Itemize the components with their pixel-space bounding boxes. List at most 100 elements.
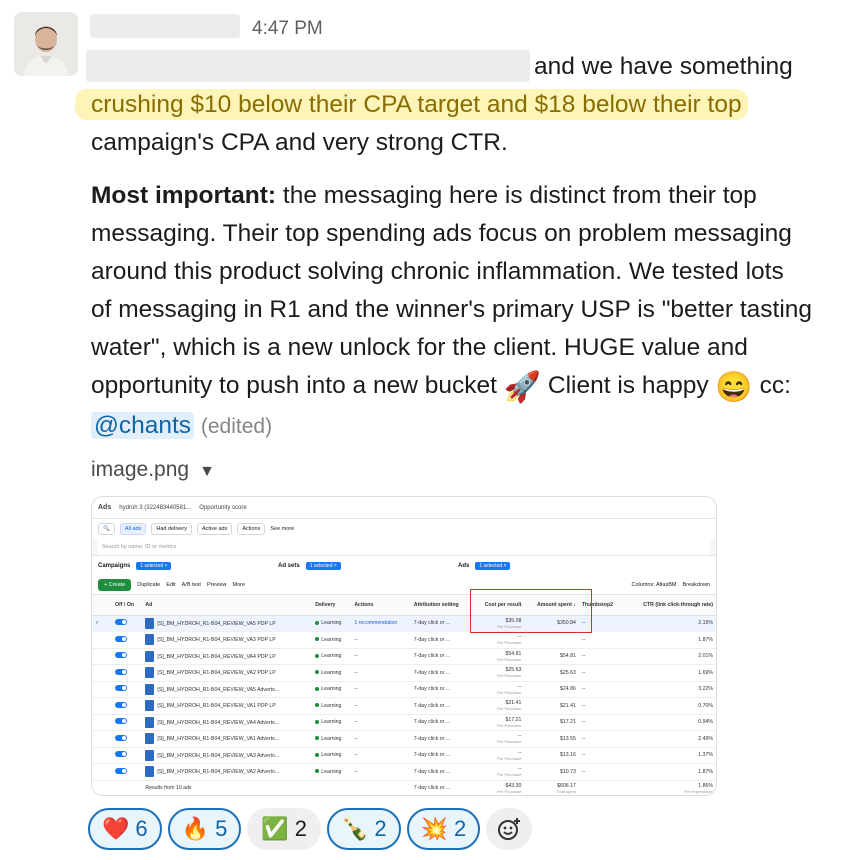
cost-per-result-cell: $21.41 Per Purchase (472, 697, 525, 715)
attachment-image[interactable]: Ads hydroh 3 (322483440581... Opportunit… (91, 496, 717, 796)
value: 1.86% (698, 782, 713, 789)
ads-brand: Ads (98, 504, 112, 511)
table-row: [S]_BM_HYDROH_R1-B04_REVIEW_VA2 PDP LP Le… (92, 664, 716, 682)
columns-button: Columns: AtlasBM (631, 581, 677, 588)
table-row: [S]_BM_HYDROH_R1-B04_REVIEW_VA4 Adverto.… (92, 714, 716, 731)
delivery-status: Learning (321, 653, 342, 660)
status-dot-icon (315, 686, 320, 691)
reaction-button[interactable]: ❤️ 6 (88, 808, 162, 850)
reaction-count: 5 (215, 816, 228, 841)
table-row: [S]_BM_HYDROH_R1-B04_REVIEW_VA3 Adverto.… (92, 747, 716, 764)
cost-per-result-cell: -- Per Purchase (472, 763, 525, 781)
ads-toolbar: + Create Duplicate Edit A/B test Preview… (92, 575, 716, 595)
toggle-switch-icon (115, 635, 127, 642)
col-delivery: Delivery (312, 595, 352, 616)
attachment-filename[interactable]: image.png ▼ (91, 458, 215, 482)
footer-label: Results from 10 ads (142, 780, 313, 795)
footer-attribution: 7-day click or ... (410, 780, 473, 795)
attribution-cell: 7-day click or ... (410, 681, 473, 698)
ad-name: [S]_BM_HYDROH_R1-B04_REVIEW_VA1 Adverto.… (157, 736, 280, 743)
ad-name: [S]_BM_HYDROH_R1-B04_REVIEW_VA5 Adverto.… (157, 686, 280, 693)
redacted-text (86, 50, 530, 82)
col-attribution: Attribution setting (410, 595, 473, 616)
message-paragraph-2-line-6: opportunity to push into a new bucket 🚀 … (91, 367, 851, 405)
delivery-cell: Learning (312, 714, 352, 731)
row-toggle (112, 648, 143, 665)
toggle-switch-icon (115, 619, 127, 626)
more-button: More (232, 581, 246, 588)
sub-label: Per Purchase (497, 689, 522, 695)
create-button: + Create (98, 578, 132, 591)
ad-name: [S]_BM_HYDROH_R1-B04_REVIEW_VA3 PDP LP (157, 637, 276, 644)
actions-cell: -- (351, 763, 411, 781)
col-toggle: Off / On (112, 595, 143, 616)
message-paragraph-2-line-2: messaging. Their top spending ads focus … (91, 220, 792, 247)
ad-name: [S]_BM_HYDROH_R1-B04_REVIEW_VA3 Adverto.… (157, 752, 280, 759)
ad-thumbnail-icon (145, 617, 155, 629)
message-timestamp[interactable]: 4:47 PM (252, 18, 323, 40)
delivery-status: Learning (321, 669, 342, 676)
reaction-button[interactable]: 🍾 2 (326, 808, 401, 850)
sub-label: Per Purchase (497, 640, 522, 646)
selection-pill: 1 selected × (475, 561, 511, 570)
row-checkbox (92, 763, 112, 781)
text: Client is happy (547, 372, 709, 399)
reaction-bar: ❤️ 6 🔥 5 ✅ 2 🍾 2 💥 2 (88, 808, 533, 850)
attribution-cell: 7-day click or ... (410, 747, 473, 764)
ad-thumbnail-icon (145, 667, 155, 679)
caret-down-icon[interactable]: ▼ (199, 463, 215, 481)
ad-thumbnail-icon (145, 749, 155, 761)
thumbstop-cell: -- (578, 697, 624, 715)
sender-name-redacted[interactable] (90, 14, 240, 38)
ad-name-cell: [S]_BM_HYDROH_R1-B04_REVIEW_VA2 Adverto.… (142, 763, 313, 781)
actions-cell: -- (351, 631, 411, 649)
ctr-cell: 0.70% (623, 697, 716, 715)
ad-name-cell: [S]_BM_HYDROH_R1-B04_REVIEW_VA3 Adverto.… (142, 747, 313, 764)
row-toggle (112, 615, 143, 632)
opportunity-score: Opportunity score (199, 504, 247, 511)
add-reaction-button[interactable] (486, 808, 533, 850)
reaction-emoji-icon: ❤️ (102, 816, 130, 841)
footer-spacer (112, 780, 143, 795)
selection-pill: 1 selected × (305, 561, 341, 570)
table-row: [S]_BM_HYDROH_R1-B04_REVIEW_VA1 Adverto.… (92, 730, 716, 748)
attribution-cell: 7-day click or ... (410, 615, 473, 632)
duplicate-button: Duplicate (137, 581, 161, 588)
sub-label: Per Purchase (497, 739, 522, 745)
delivery-status: Learning (321, 686, 342, 693)
user-mention-link[interactable]: @chants (91, 412, 195, 439)
reaction-button[interactable]: 🔥 5 (167, 808, 242, 850)
value: $54.81 (505, 650, 522, 657)
avatar[interactable] (14, 12, 78, 76)
row-toggle (112, 664, 143, 682)
actions-cell: 1 recommendation (351, 615, 411, 632)
thumbstop-cell: -- (578, 730, 624, 748)
delivery-cell: Learning (312, 697, 352, 715)
value: $43.30 (505, 782, 522, 789)
attribution-cell: 7-day click or ... (410, 763, 473, 781)
reaction-button[interactable]: ✅ 2 (247, 808, 321, 850)
level-tabs: Campaigns 1 selected × Ad sets 1 selected … (92, 555, 716, 575)
ctr-cell: 2.49% (623, 730, 716, 748)
tab-label: Campaigns (98, 562, 131, 569)
thumbstop-cell: -- (578, 631, 624, 649)
bold-lead: Most important: (91, 182, 277, 209)
ad-thumbnail-icon (145, 716, 155, 728)
selection-pill: 1 selected × (136, 561, 172, 570)
actions-cell: -- (351, 681, 411, 698)
table-row: ✓ [S]_BM_HYDROH_R1-B04_REVIEW_VA5 PDP LP L… (92, 615, 716, 632)
row-checkbox (92, 681, 112, 698)
value: -- (517, 683, 522, 690)
toggle-switch-icon (115, 751, 127, 758)
cost-per-result-cell: -- Per Purchase (472, 730, 525, 748)
footer-spacer (351, 780, 411, 795)
tab-ad-sets: Ad sets 1 selected × (278, 561, 458, 570)
row-toggle (112, 681, 143, 698)
value: $17.21 (505, 716, 522, 723)
ad-name-cell: [S]_BM_HYDROH_R1-B04_REVIEW_VA1 PDP LP (142, 697, 313, 715)
reaction-emoji-icon: 🍾 (340, 816, 369, 841)
actions-cell: -- (351, 747, 411, 764)
row-checkbox: ✓ (92, 615, 112, 632)
edit-button: Edit (166, 581, 176, 588)
reaction-button[interactable]: 💥 2 (406, 808, 481, 850)
